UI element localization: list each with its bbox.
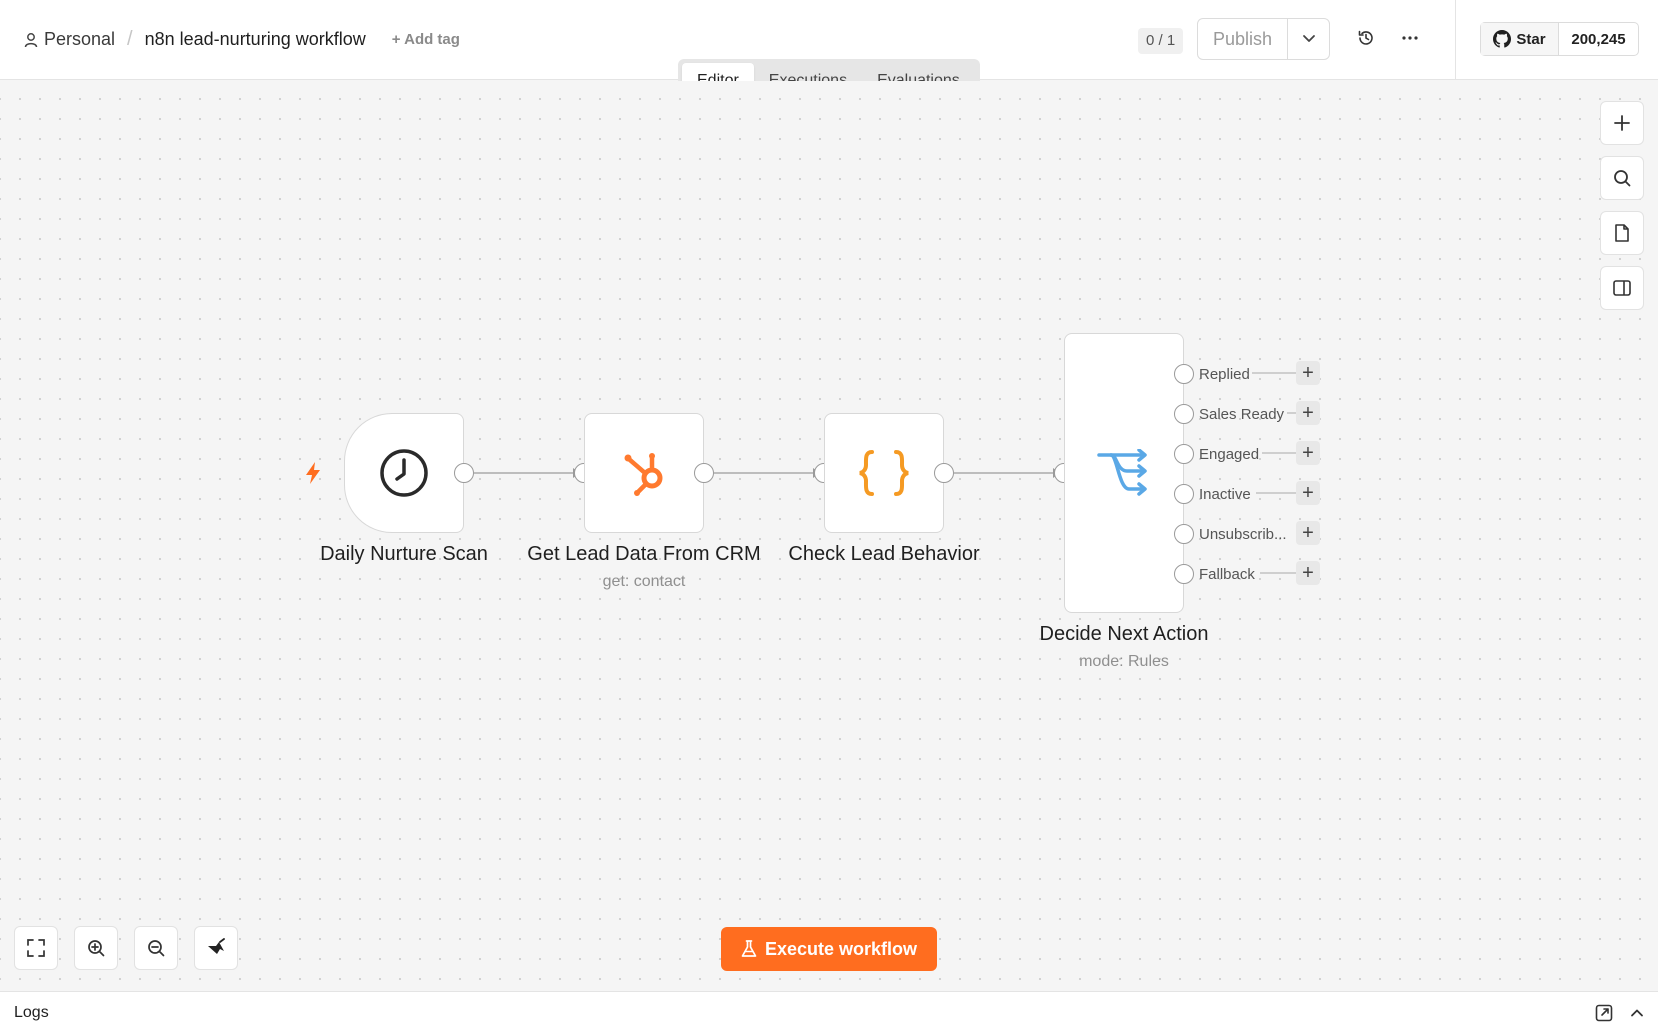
workflow-canvas[interactable]: Daily Nurture Scan Get Lead Data From CR… [0, 81, 1658, 991]
search-icon [1614, 170, 1631, 187]
output-line [1256, 492, 1296, 494]
switch-icon [1097, 449, 1147, 496]
node-subtitle: mode: Rules [1079, 653, 1169, 670]
flask-icon [741, 940, 757, 957]
node-label: Get Lead Data From CRM [527, 543, 761, 565]
output-handle[interactable] [1174, 364, 1194, 384]
add-tag-button[interactable]: + Add tag [392, 31, 460, 48]
output-handle[interactable] [454, 463, 474, 483]
node-check-lead-behavior[interactable] [824, 413, 944, 533]
output-label: Replied [1199, 366, 1250, 383]
output-label: Unsubscrib... [1199, 526, 1287, 543]
more-options-button[interactable] [1398, 26, 1422, 50]
output-handle[interactable] [1174, 524, 1194, 544]
tidy-up-button[interactable] [194, 926, 238, 970]
output-handle[interactable] [1174, 484, 1194, 504]
version-counter: 0 / 1 [1138, 28, 1184, 54]
node-label: Decide Next Action [1039, 623, 1209, 645]
workflow-name[interactable]: n8n lead-nurturing workflow [145, 29, 366, 50]
output-handle[interactable] [1174, 564, 1194, 584]
zoom-out-button[interactable] [134, 926, 178, 970]
chevron-down-icon [1302, 35, 1315, 42]
trigger-bolt-icon [306, 462, 320, 484]
zoom-out-icon [148, 940, 165, 957]
add-node-button[interactable]: + [1296, 401, 1320, 425]
connection-lines [474, 468, 1060, 478]
output-label: Inactive [1199, 486, 1251, 503]
output-handle[interactable] [694, 463, 714, 483]
output-line [1262, 452, 1296, 454]
output-label: Sales Ready [1199, 406, 1285, 423]
broom-icon [208, 938, 225, 954]
zoom-in-button[interactable] [74, 926, 118, 970]
ellipsis-icon [1402, 36, 1418, 40]
fit-view-button[interactable] [14, 926, 58, 970]
output-label: Engaged [1199, 446, 1260, 463]
node-decide-next-action[interactable] [1064, 333, 1184, 613]
header-divider [1455, 0, 1456, 80]
output-handle[interactable] [934, 463, 954, 483]
add-node-button[interactable]: + [1296, 361, 1320, 385]
search-nodes-button[interactable] [1600, 156, 1644, 200]
publish-button[interactable]: Publish [1198, 19, 1288, 59]
code-braces-icon [859, 450, 909, 496]
chevron-up-icon[interactable] [1628, 1004, 1646, 1022]
execute-workflow-label: Execute workflow [764, 938, 918, 959]
execute-workflow-button[interactable]: Execute workflow [721, 927, 937, 971]
add-node-tool-button[interactable] [1600, 101, 1644, 145]
output-handle[interactable] [1174, 444, 1194, 464]
breadcrumb-project[interactable]: Personal [44, 29, 115, 50]
history-button[interactable] [1354, 26, 1378, 50]
person-icon [24, 32, 38, 47]
hubspot-icon [624, 453, 663, 496]
zoom-in-icon [88, 940, 105, 957]
github-star-count: 200,245 [1571, 30, 1626, 48]
add-node-button[interactable]: + [1296, 481, 1320, 505]
github-star-widget[interactable]: Star 200,245 [1480, 22, 1639, 56]
plus-icon [1614, 115, 1630, 131]
add-node-button[interactable]: + [1296, 521, 1320, 545]
node-get-lead-data-from-crm[interactable] [584, 413, 704, 533]
github-star-button[interactable]: Star [1481, 23, 1559, 55]
fit-view-icon [27, 939, 45, 957]
logs-title: Logs [14, 1004, 49, 1021]
output-line [1260, 572, 1296, 574]
toggle-panel-button[interactable] [1600, 266, 1644, 310]
clock-icon [380, 449, 428, 497]
logs-panel-bar[interactable]: Logs [0, 991, 1658, 1030]
output-handle[interactable] [1174, 404, 1194, 424]
panel-icon [1613, 280, 1631, 296]
node-subtitle: get: contact [602, 573, 686, 590]
node-label: Check Lead Behavior [788, 543, 980, 565]
add-node-button[interactable]: + [1296, 561, 1320, 585]
add-sticky-note-button[interactable] [1600, 211, 1644, 255]
output-line [1287, 412, 1296, 414]
history-icon [1358, 30, 1373, 45]
github-star-label: Star [1516, 30, 1546, 48]
breadcrumb-separator: / [127, 28, 133, 50]
node-label: Daily Nurture Scan [320, 543, 488, 565]
add-node-button[interactable]: + [1296, 441, 1320, 465]
sticky-note-icon [1615, 224, 1629, 242]
breadcrumb: Personal / n8n lead-nurturing workflow +… [24, 28, 460, 51]
node-daily-nurture-scan[interactable] [344, 413, 464, 533]
output-line [1252, 372, 1296, 374]
pop-out-icon[interactable] [1595, 1004, 1613, 1022]
publish-group: Publish [1197, 18, 1330, 60]
github-icon [1493, 30, 1512, 48]
publish-options-button[interactable] [1288, 19, 1329, 59]
output-label: Fallback [1199, 566, 1255, 583]
